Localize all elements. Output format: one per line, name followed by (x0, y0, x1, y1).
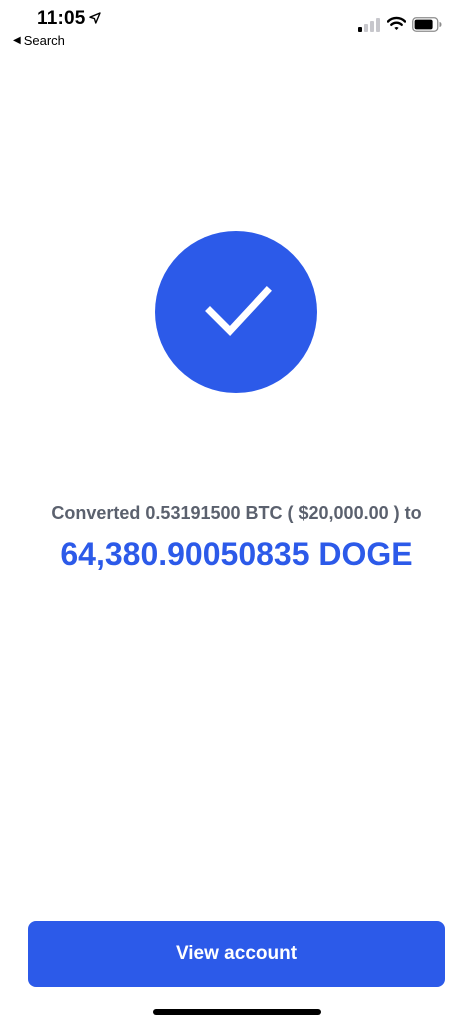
status-bar: 11:05 ◀ Search (0, 0, 473, 52)
location-arrow-icon (89, 12, 101, 24)
battery-icon (412, 17, 442, 32)
home-indicator[interactable] (153, 1009, 321, 1015)
conversion-summary: Converted 0.53191500 BTC ( $20,000.00 ) … (51, 503, 422, 523)
cellular-signal-icon (358, 18, 380, 32)
back-to-search-link[interactable]: ◀ Search (13, 33, 65, 48)
success-badge (155, 231, 317, 393)
converted-amount: 64,380.90050835 DOGE (60, 536, 413, 572)
view-account-button[interactable]: View account (28, 921, 445, 987)
back-link-label: Search (23, 33, 65, 48)
status-time: 11:05 (37, 8, 86, 29)
back-triangle-icon: ◀ (13, 34, 21, 46)
checkmark-icon (205, 286, 272, 337)
wifi-icon (387, 16, 406, 30)
